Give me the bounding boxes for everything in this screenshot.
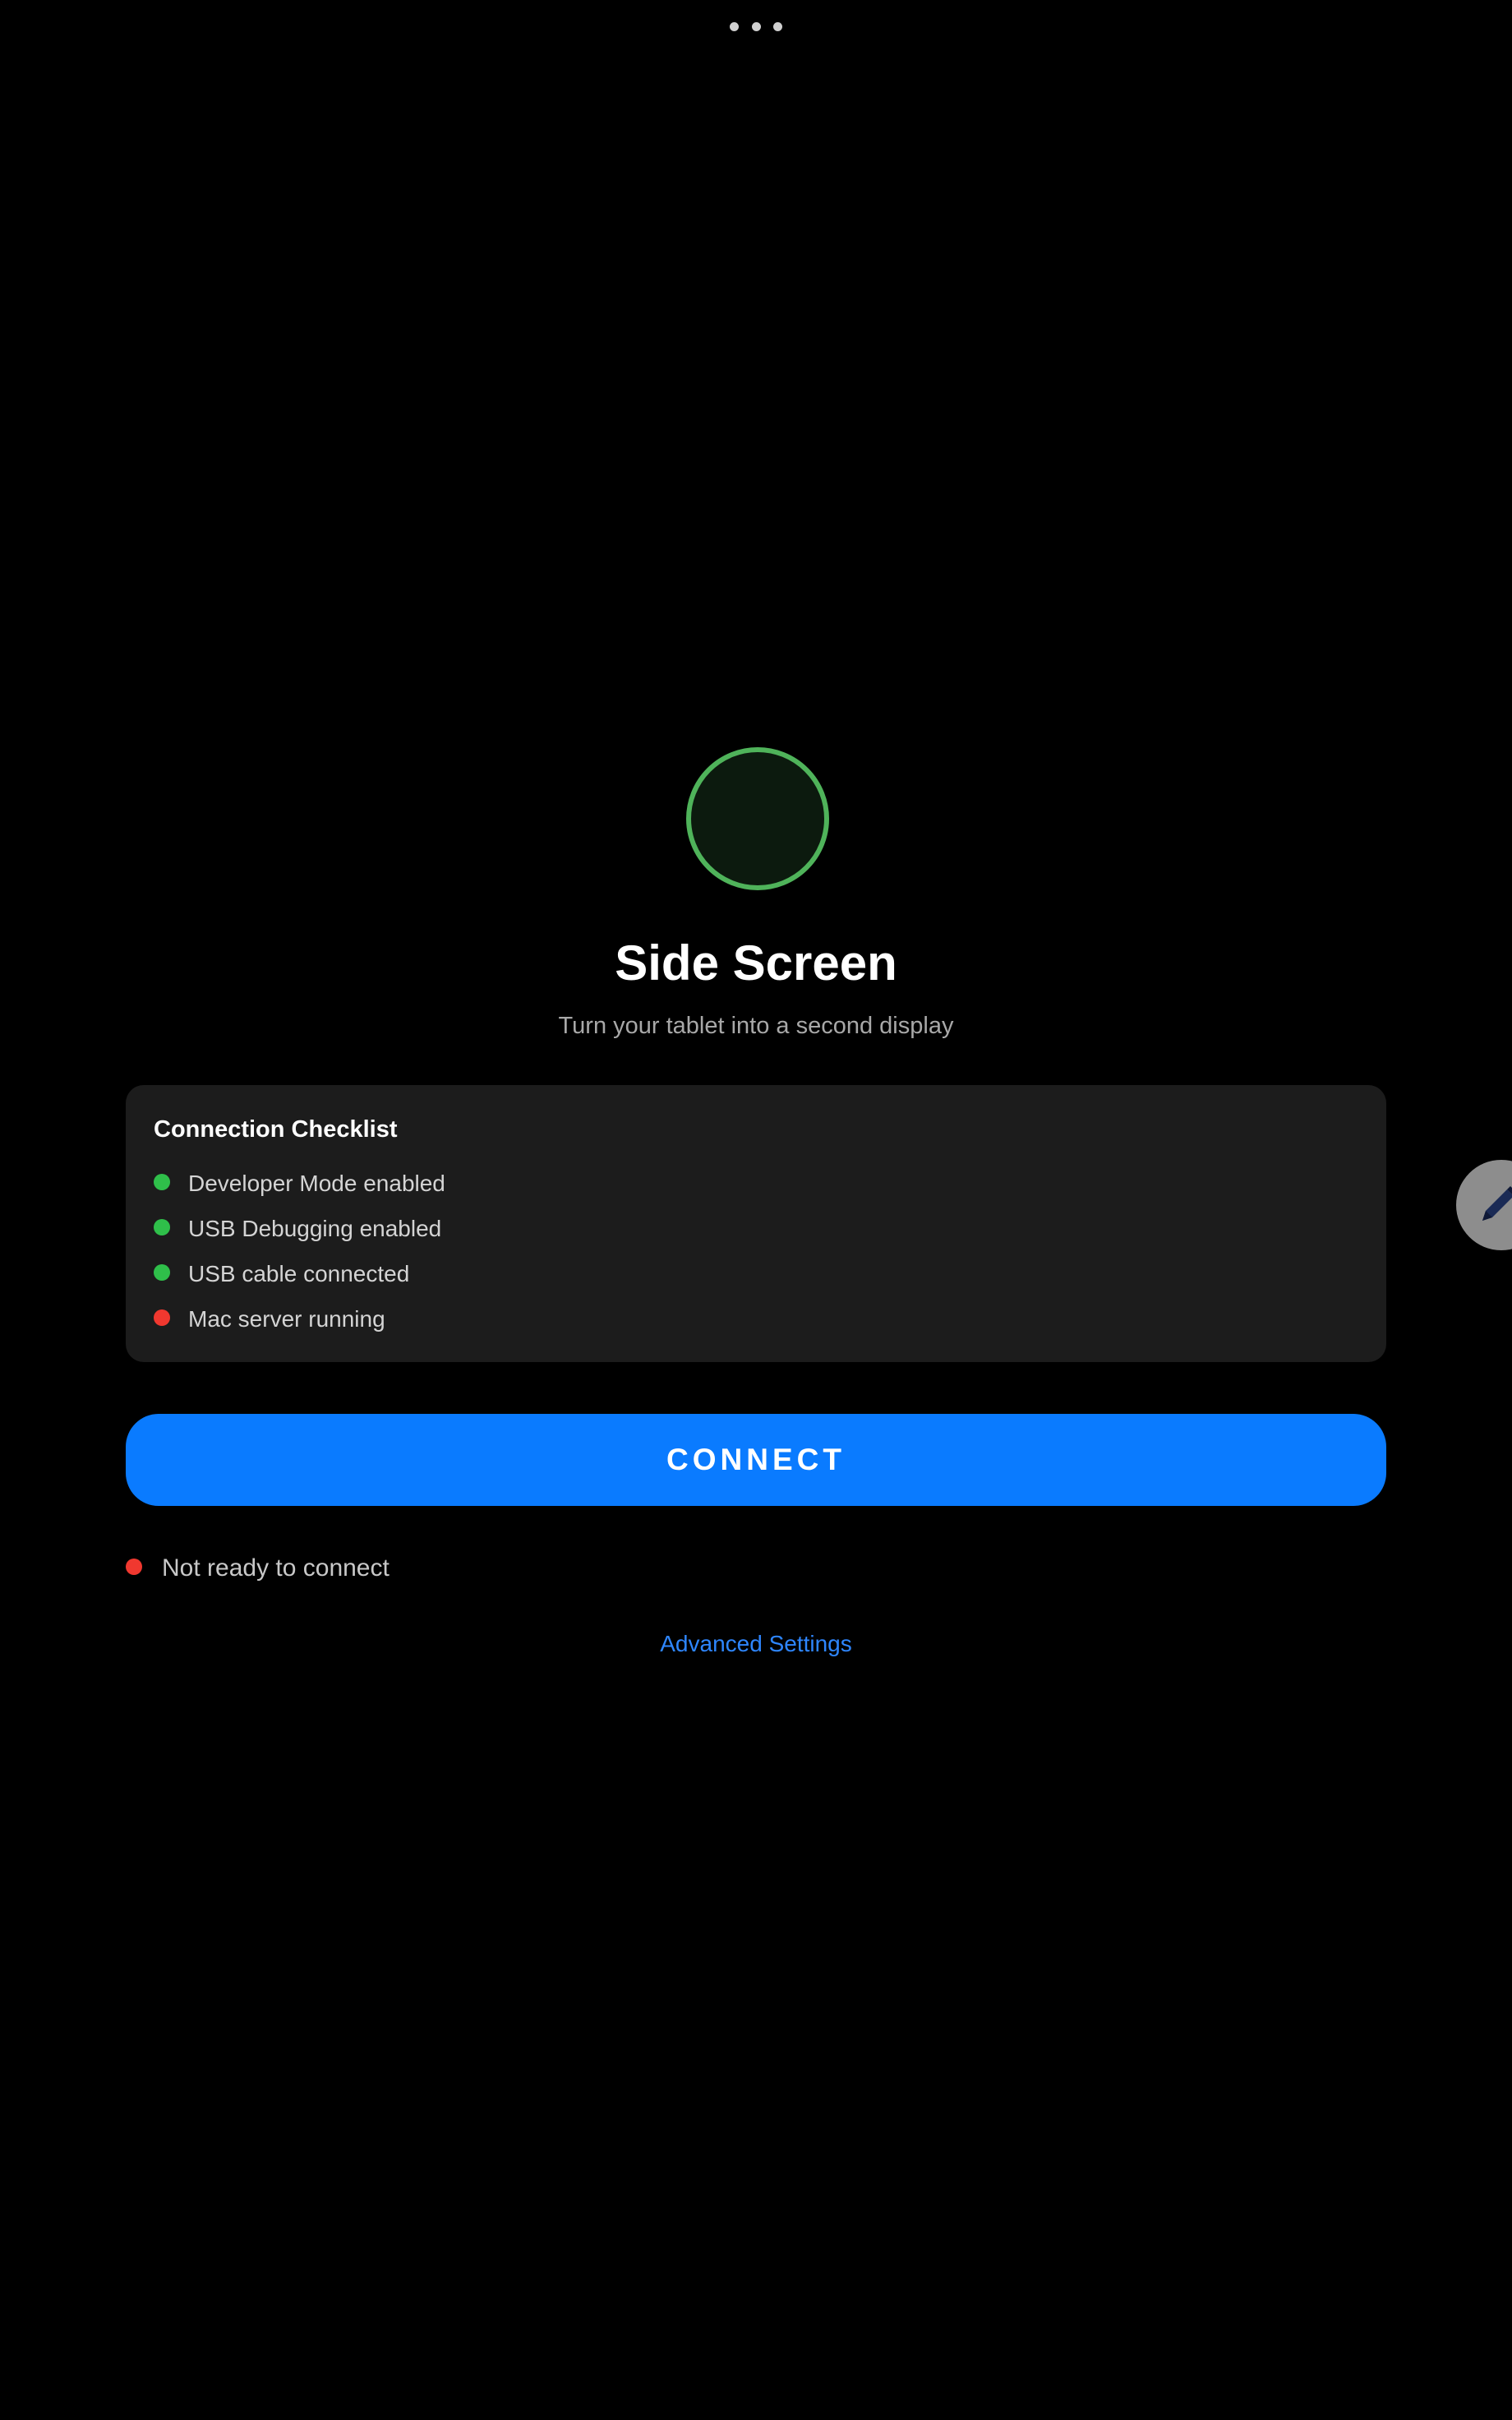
app-title: Side Screen [615, 935, 897, 991]
checklist-item-label: Developer Mode enabled [188, 1171, 445, 1196]
more-dots-icon[interactable] [730, 20, 782, 33]
checklist-item-developer-mode: Developer Mode enabled [154, 1167, 445, 1200]
connection-status-text: Not ready to connect [162, 1554, 390, 1582]
floating-edit-button[interactable] [1456, 1160, 1512, 1250]
dot [751, 21, 761, 31]
dot [730, 21, 739, 31]
pen-icon [1482, 1186, 1512, 1221]
checklist-item-label: Mac server running [188, 1306, 385, 1332]
status-dot-icon [154, 1309, 170, 1326]
checklist-item-usb-cable: USB cable connected [154, 1258, 409, 1291]
advanced-settings-link[interactable]: Advanced Settings [0, 1628, 1512, 1660]
checklist-title: Connection Checklist [154, 1116, 398, 1143]
status-ring-icon [686, 747, 829, 890]
checklist-item-usb-debugging: USB Debugging enabled [154, 1212, 441, 1245]
connection-checklist-card: Connection Checklist Developer Mode enab… [126, 1085, 1386, 1362]
status-dot-icon [154, 1219, 170, 1235]
app-subtitle: Turn your tablet into a second display [558, 1013, 954, 1039]
connect-button[interactable]: CONNECT [126, 1414, 1386, 1506]
checklist-item-mac-server: Mac server running [154, 1303, 385, 1336]
status-dot-icon [154, 1174, 170, 1190]
checklist-item-label: USB cable connected [188, 1261, 410, 1286]
checklist-item-label: USB Debugging enabled [188, 1216, 442, 1241]
status-dot-icon [126, 1559, 142, 1575]
dot [773, 21, 782, 31]
connection-status: Not ready to connect [126, 1552, 390, 1585]
status-dot-icon [154, 1264, 170, 1281]
